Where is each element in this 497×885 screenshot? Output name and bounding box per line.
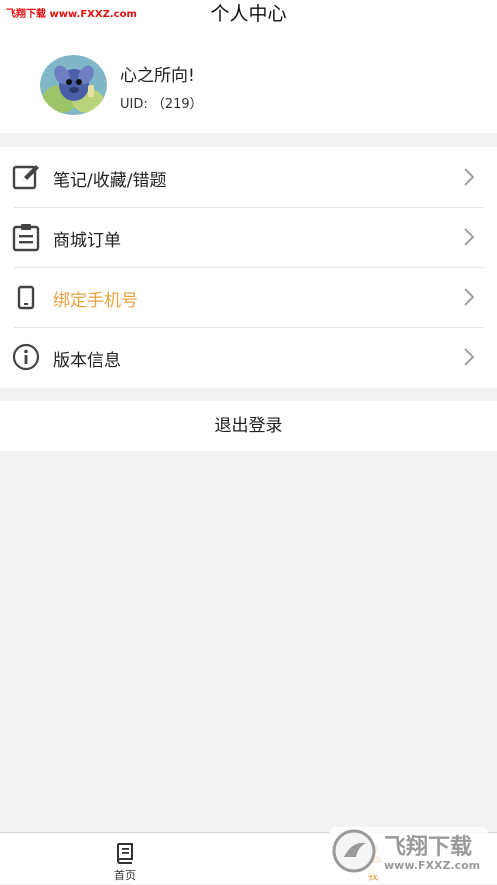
profile-uid: UID: （219） [120, 97, 203, 112]
chevron-right-icon [462, 347, 476, 367]
chevron-right-icon [462, 227, 476, 247]
menu-item-notes[interactable]: 笔记/收藏/错题 [0, 147, 497, 207]
phone-icon [11, 282, 41, 312]
tab-label: 首页 [114, 869, 136, 882]
menu-list: 笔记/收藏/错题 商城订单 绑定手机号 版本信息 [0, 147, 497, 388]
watermark-text: 飞翔下载 www.FXXZ.com [6, 9, 137, 20]
menu-item-label: 商城订单 [53, 231, 121, 251]
menu-item-orders[interactable]: 商城订单 [0, 207, 497, 267]
profile-name: 心之所向! [120, 66, 195, 86]
watermark-logo: 飞翔下载 www.FXXZ.com [330, 823, 488, 881]
watermark-logo-text: 飞翔下载 [384, 835, 473, 860]
watermark-logo-url: www.FXXZ.com [384, 859, 481, 872]
tab-home[interactable]: 首页 [85, 833, 165, 884]
menu-item-label: 绑定手机号 [53, 291, 138, 311]
menu-item-label: 版本信息 [53, 351, 121, 371]
edit-icon [11, 162, 41, 192]
menu-item-bind-phone[interactable]: 绑定手机号 [0, 267, 497, 327]
logout-button[interactable]: 退出登录 [0, 401, 497, 451]
profile-card[interactable]: 心之所向! UID: （219） [0, 33, 497, 133]
avatar[interactable] [40, 55, 107, 115]
chevron-right-icon [462, 167, 476, 187]
logout-label: 退出登录 [214, 416, 283, 436]
menu-item-label: 笔记/收藏/错题 [53, 171, 167, 191]
page-title: 个人中心 [210, 3, 287, 25]
book-icon [114, 842, 136, 864]
clipboard-icon [11, 222, 41, 252]
menu-item-version[interactable]: 版本信息 [0, 327, 497, 387]
info-icon [11, 342, 41, 372]
chevron-right-icon [462, 287, 476, 307]
